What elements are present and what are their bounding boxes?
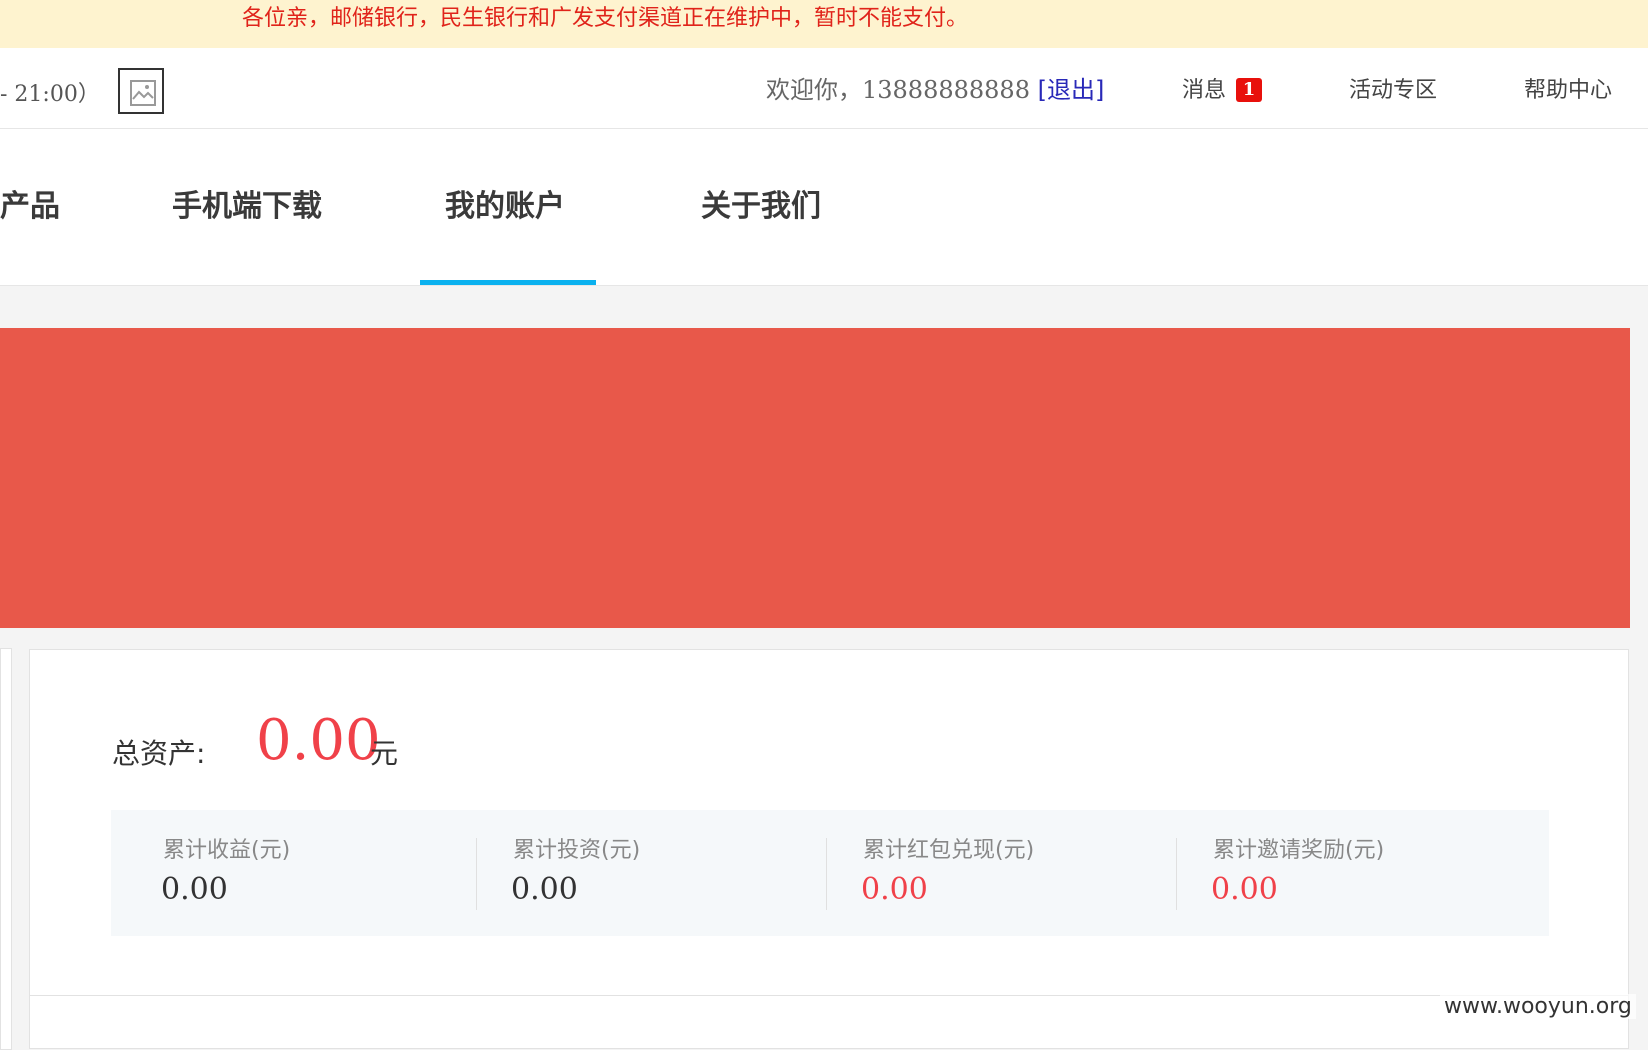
stats-panel: 累计收益(元) 0.00 累计投资(元) 0.00 累计红包兑现(元) 0.00… xyxy=(111,810,1549,936)
watermark: www.wooyun.org xyxy=(1440,994,1636,1019)
maintenance-notice: 各位亲，邮储银行，民生银行和广发支付渠道正在维护中，暂时不能支付。 xyxy=(0,0,1648,48)
qr-code-icon[interactable] xyxy=(118,68,164,114)
stat-total-earnings: 累计收益(元) 0.00 xyxy=(111,810,461,936)
nav-item-mobile-download[interactable]: 手机端下载 xyxy=(172,181,322,225)
card-divider xyxy=(30,995,1628,996)
nav-item-products[interactable]: 产品 xyxy=(0,181,60,225)
logout-link[interactable]: [退出] xyxy=(1038,76,1105,104)
stat-total-investment: 累计投资(元) 0.00 xyxy=(461,810,811,936)
stat-invite-rewards: 累计邀请奖励(元) 0.00 xyxy=(1161,810,1511,936)
help-center-link[interactable]: 帮助中心 xyxy=(1524,72,1612,104)
activity-link[interactable]: 活动专区 xyxy=(1349,72,1437,104)
nav-item-my-account[interactable]: 我的账户 xyxy=(445,181,565,225)
user-phone: 13888888888 xyxy=(862,76,1030,104)
service-hours: - 21:00） xyxy=(0,82,100,107)
stat-label: 累计投资(元) xyxy=(513,838,641,863)
stat-label: 累计收益(元) xyxy=(163,838,291,863)
account-summary-card: 总资产: 0.00 元 累计收益(元) 0.00 累计投资(元) 0.00 累计… xyxy=(29,649,1629,1049)
total-assets-value: 0.00 xyxy=(256,708,381,773)
messages-label: 消息 xyxy=(1182,78,1227,103)
stat-value: 0.00 xyxy=(861,872,928,907)
welcome-prefix: 欢迎你， xyxy=(766,76,862,104)
total-assets-unit: 元 xyxy=(370,737,399,770)
stat-value: 0.00 xyxy=(161,872,228,907)
stat-label: 累计红包兑现(元) xyxy=(863,838,1035,863)
messages-count-badge: 1 xyxy=(1236,78,1263,102)
nav-active-indicator xyxy=(420,280,596,285)
stat-red-packet-cashout: 累计红包兑现(元) 0.00 xyxy=(811,810,1161,936)
total-assets-label: 总资产: xyxy=(112,737,206,770)
notice-text: 各位亲，邮储银行，民生银行和广发支付渠道正在维护中，暂时不能支付。 xyxy=(242,6,969,31)
main-nav: 产品 手机端下载 我的账户 关于我们 xyxy=(0,129,1648,286)
stat-value: 0.00 xyxy=(511,872,578,907)
welcome-text: 欢迎你，13888888888 [退出] xyxy=(766,70,1104,105)
top-bar: - 21:00） 欢迎你，13888888888 [退出] 消息 1 活动专区 帮… xyxy=(0,48,1648,129)
sidebar-edge xyxy=(0,648,12,1050)
account-banner xyxy=(0,328,1630,628)
broken-image-icon xyxy=(130,80,156,106)
stat-value: 0.00 xyxy=(1211,872,1278,907)
nav-item-about-us[interactable]: 关于我们 xyxy=(701,181,821,225)
messages-link[interactable]: 消息 1 xyxy=(1182,72,1263,104)
stat-label: 累计邀请奖励(元) xyxy=(1213,838,1385,863)
